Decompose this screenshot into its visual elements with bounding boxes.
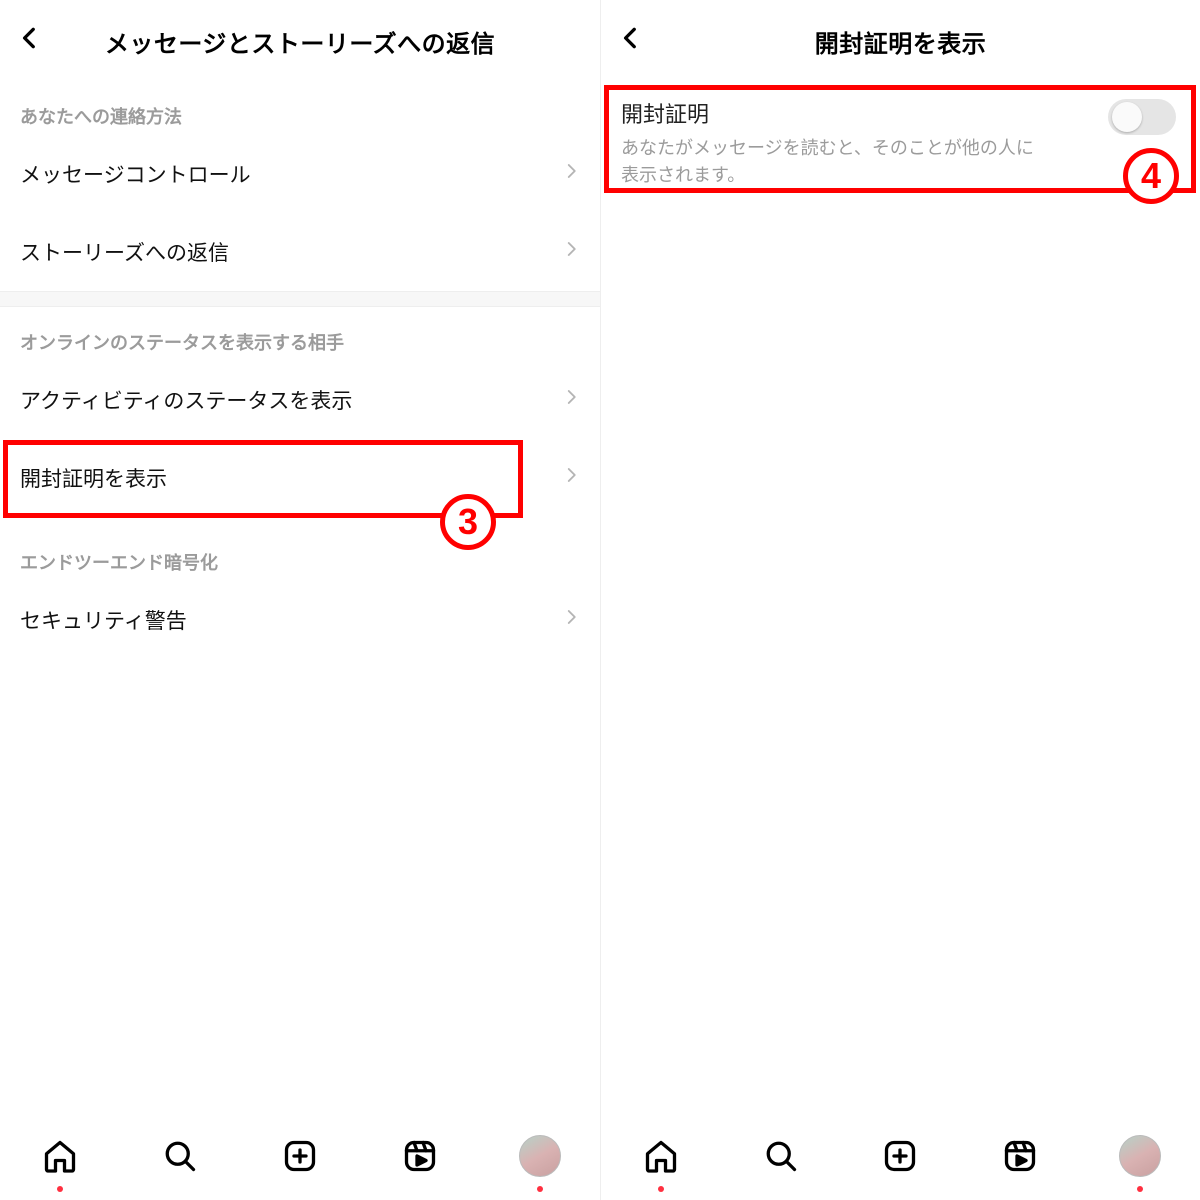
toggle-description: あなたがメッセージを読むと、そのことが他の人に表示されます。 xyxy=(621,135,1041,189)
tab-profile[interactable] xyxy=(514,1130,566,1182)
section-head-online: オンラインのステータスを表示する相手 xyxy=(0,307,600,361)
tab-create[interactable] xyxy=(874,1130,926,1182)
avatar-icon xyxy=(1119,1135,1161,1177)
plus-square-icon xyxy=(882,1138,918,1174)
search-icon xyxy=(763,1138,799,1174)
divider xyxy=(0,291,600,307)
tab-home[interactable] xyxy=(34,1130,86,1182)
plus-square-icon xyxy=(282,1138,318,1174)
chevron-right-icon xyxy=(562,240,580,264)
chevron-right-icon xyxy=(562,162,580,186)
tab-create[interactable] xyxy=(274,1130,326,1182)
chevron-left-icon xyxy=(17,25,43,56)
back-button-right[interactable] xyxy=(613,22,649,58)
notification-dot-icon xyxy=(658,1186,664,1192)
back-button-left[interactable] xyxy=(12,22,48,58)
avatar-icon xyxy=(519,1135,561,1177)
notification-dot-icon xyxy=(57,1186,63,1192)
reels-icon xyxy=(1002,1138,1038,1174)
left-header-title: メッセージとストーリーズへの返信 xyxy=(105,24,495,59)
row-label: アクティビティのステータスを表示 xyxy=(20,385,352,415)
tab-search[interactable] xyxy=(755,1130,807,1182)
row-label: ストーリーズへの返信 xyxy=(20,237,229,267)
row-read-receipts-toggle: 開封証明 あなたがメッセージを読むと、そのことが他の人に表示されます。 xyxy=(601,81,1200,205)
section-head-contact: あなたへの連絡方法 xyxy=(0,81,600,135)
row-security-alerts[interactable]: セキュリティ警告 xyxy=(0,581,600,659)
left-header: メッセージとストーリーズへの返信 xyxy=(0,0,600,81)
tabbar-left xyxy=(0,1112,600,1200)
home-icon xyxy=(42,1138,78,1174)
row-activity-status[interactable]: アクティビティのステータスを表示 xyxy=(0,361,600,439)
reels-icon xyxy=(402,1138,438,1174)
search-icon xyxy=(162,1138,198,1174)
left-screen: メッセージとストーリーズへの返信 あなたへの連絡方法 メッセージコントロール ス… xyxy=(0,0,600,1200)
section-head-e2e: エンドツーエンド暗号化 xyxy=(0,517,600,581)
read-receipts-switch[interactable] xyxy=(1108,99,1176,135)
tab-reels[interactable] xyxy=(994,1130,1046,1182)
home-icon xyxy=(643,1138,679,1174)
tab-reels[interactable] xyxy=(394,1130,446,1182)
notification-dot-icon xyxy=(1137,1186,1143,1192)
row-label: セキュリティ警告 xyxy=(20,605,187,635)
right-header: 開封証明を表示 xyxy=(601,0,1200,81)
row-label: メッセージコントロール xyxy=(20,159,251,189)
chevron-right-icon xyxy=(562,388,580,412)
right-header-title: 開封証明を表示 xyxy=(815,24,987,59)
switch-knob-icon xyxy=(1112,102,1142,132)
tab-profile[interactable] xyxy=(1114,1130,1166,1182)
chevron-right-icon xyxy=(562,608,580,632)
tab-home[interactable] xyxy=(635,1130,687,1182)
row-label: 開封証明を表示 xyxy=(20,463,167,493)
tabbar-right xyxy=(601,1112,1200,1200)
chevron-right-icon xyxy=(562,466,580,490)
chevron-left-icon xyxy=(618,25,644,56)
row-message-controls[interactable]: メッセージコントロール xyxy=(0,135,600,213)
right-screen: 開封証明を表示 開封証明 あなたがメッセージを読むと、そのことが他の人に表示され… xyxy=(600,0,1200,1200)
notification-dot-icon xyxy=(537,1186,543,1192)
row-story-replies[interactable]: ストーリーズへの返信 xyxy=(0,213,600,291)
row-read-receipts[interactable]: 開封証明を表示 xyxy=(0,439,600,517)
tab-search[interactable] xyxy=(154,1130,206,1182)
toggle-title: 開封証明 xyxy=(621,97,1180,129)
